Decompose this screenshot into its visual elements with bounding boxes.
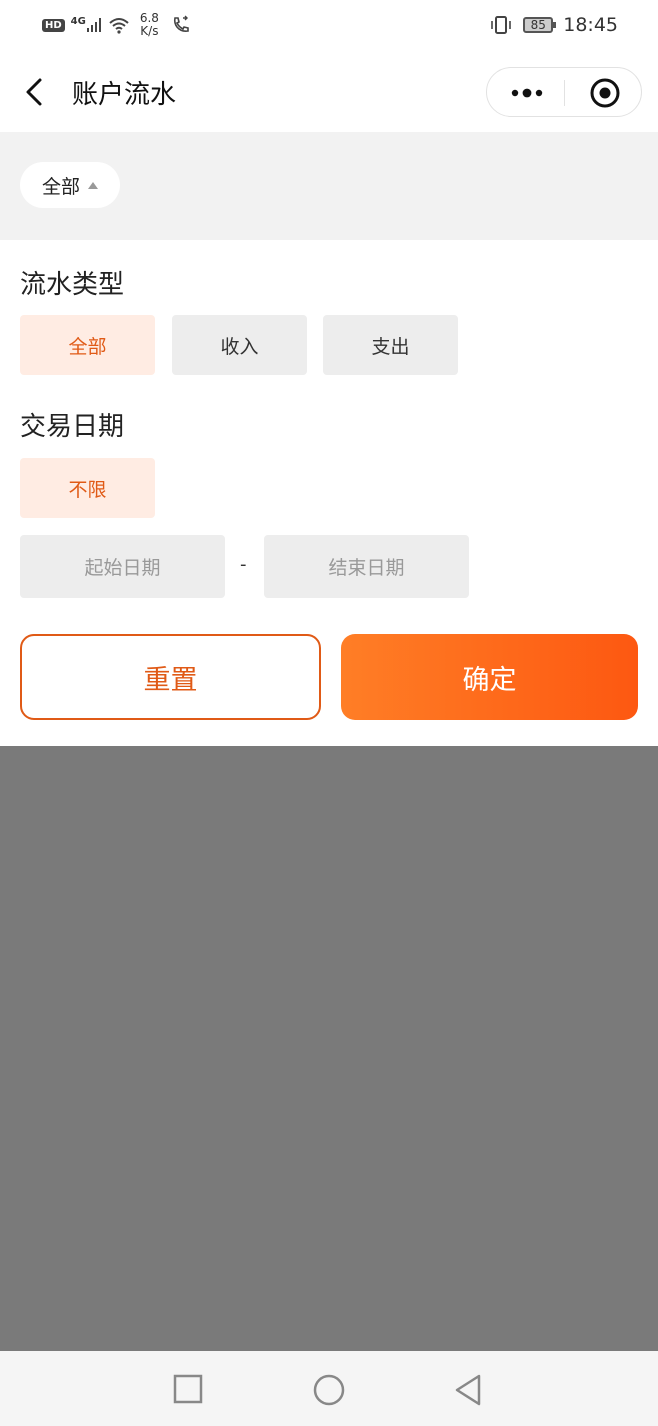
status-left-group: HD 4G 6.8 K/s	[42, 12, 191, 38]
caret-up-icon	[88, 181, 98, 189]
back-nav-icon[interactable]	[452, 1373, 484, 1407]
date-separator: -	[240, 554, 247, 575]
call-icon	[173, 15, 189, 32]
filter-dropdown-label: 全部	[41, 175, 80, 198]
clock-time: 18:45	[563, 14, 618, 36]
date-option-unlimited[interactable]: 不限	[20, 458, 155, 518]
navigation-bar: 账户流水	[0, 56, 658, 132]
start-date-field[interactable]: 起始日期	[20, 535, 225, 598]
trade-date-title: 交易日期	[20, 412, 125, 442]
page-title: 账户流水	[72, 80, 177, 110]
flow-type-option-all[interactable]: 全部	[20, 315, 155, 375]
vibrate-icon	[491, 16, 512, 34]
end-date-field[interactable]: 结束日期	[264, 535, 469, 598]
status-bar: HD 4G 6.8 K/s 85 18:45	[0, 0, 658, 56]
home-icon[interactable]	[312, 1373, 346, 1407]
battery-icon: 85	[523, 17, 557, 33]
recent-apps-icon[interactable]	[172, 1373, 204, 1405]
battery-level: 85	[530, 18, 546, 32]
filter-dropdown[interactable]: 全部	[20, 162, 120, 208]
mini-program-capsule	[486, 67, 642, 117]
flow-type-option-expense[interactable]: 支出	[323, 315, 458, 375]
hd-badge: HD	[42, 18, 65, 32]
more-dots-icon[interactable]	[507, 78, 547, 108]
back-arrow-icon[interactable]	[20, 72, 50, 112]
network-speed: 6.8 K/s	[140, 12, 159, 38]
wifi-icon	[109, 18, 129, 34]
filter-bar: 全部	[0, 132, 658, 240]
signal-icon	[86, 18, 101, 32]
flow-type-title: 流水类型	[20, 270, 125, 300]
confirm-button[interactable]: 确定	[341, 634, 638, 720]
system-navigation-bar	[0, 1351, 658, 1426]
speed-unit: K/s	[140, 24, 159, 38]
reset-button[interactable]: 重置	[20, 634, 321, 720]
modal-overlay[interactable]	[0, 746, 658, 1351]
network-type: 4G	[70, 15, 86, 27]
close-target-icon[interactable]	[589, 77, 621, 109]
flow-type-option-income[interactable]: 收入	[172, 315, 307, 375]
capsule-divider	[564, 80, 565, 106]
status-right-group: 85 18:45	[489, 14, 618, 36]
filter-panel: 流水类型 全部 收入 支出 交易日期 不限 起始日期 - 结束日期 重置 确定	[0, 240, 658, 746]
